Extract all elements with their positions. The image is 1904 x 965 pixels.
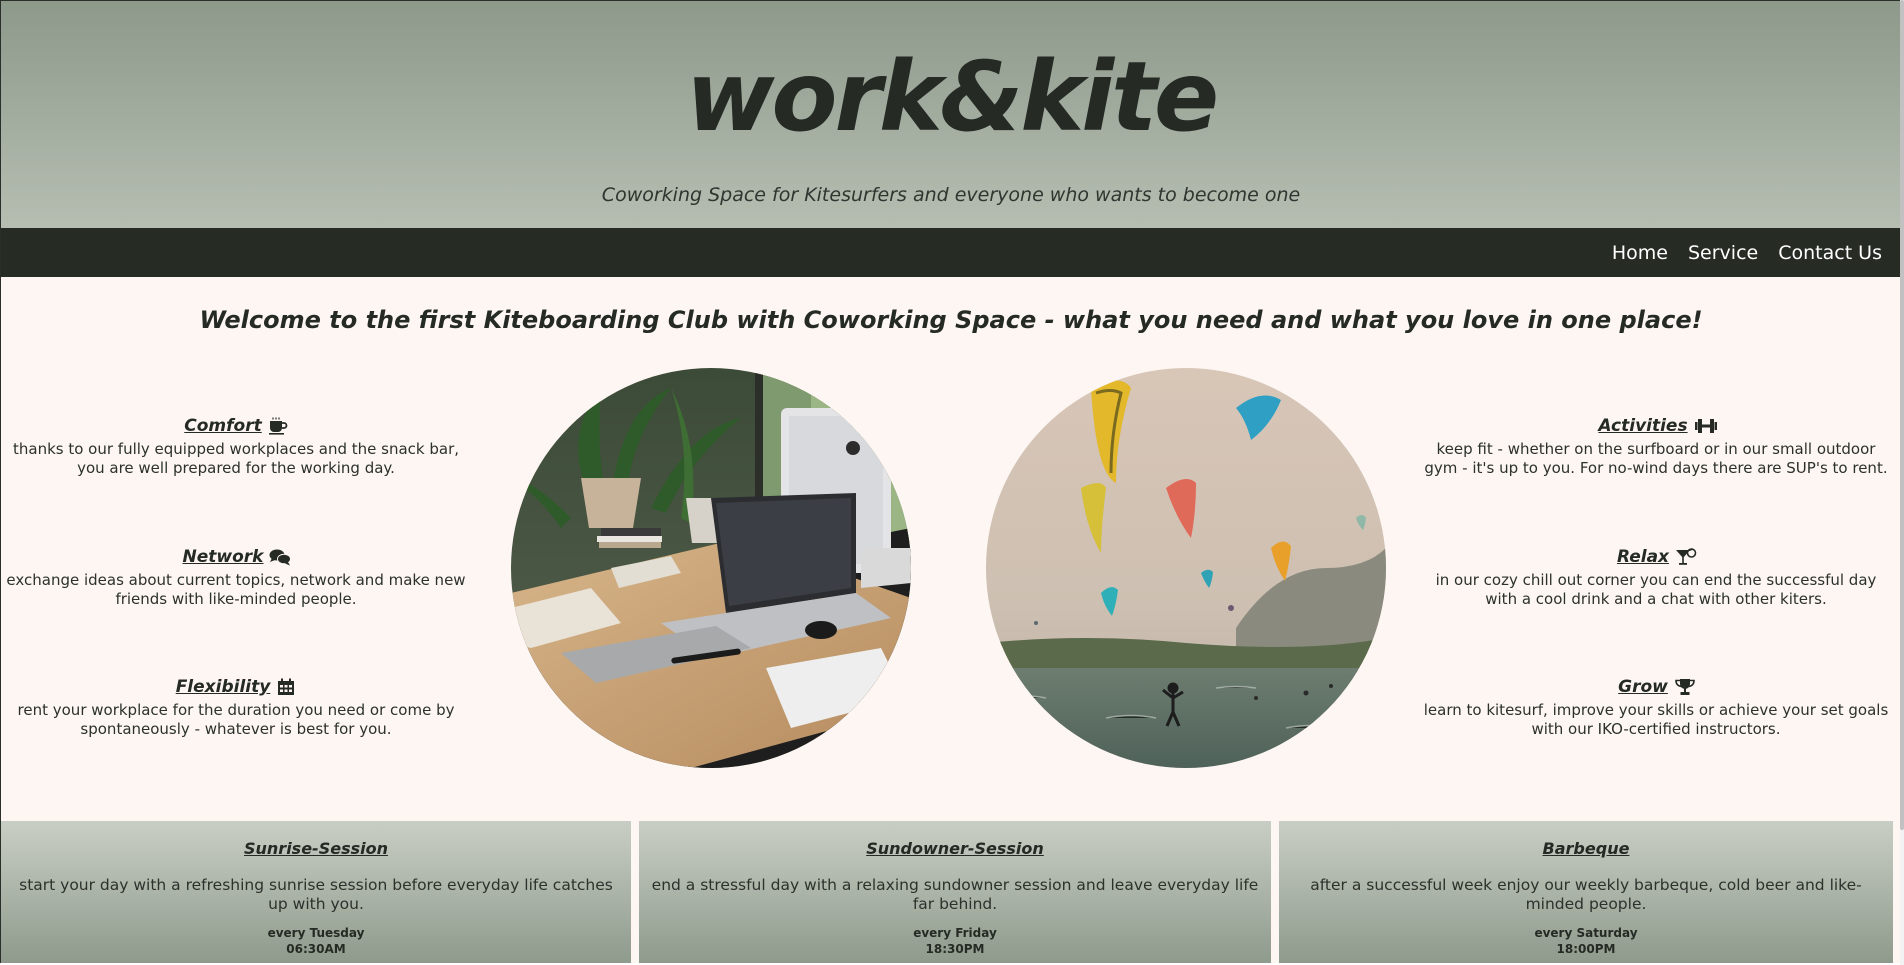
feature-text: exchange ideas about current topics, net… — [6, 571, 466, 608]
cocktail-icon — [1675, 548, 1697, 566]
event-title: Sunrise-Session — [244, 839, 388, 858]
feature-title-label: Grow — [1618, 677, 1668, 697]
feature-title-label: Comfort — [184, 416, 262, 436]
feature-title: Grow — [1618, 676, 1695, 698]
event-description: after a successful week enjoy our weekly… — [1310, 876, 1862, 913]
feature-text: rent your workplace for the duration you… — [17, 701, 455, 738]
feature-text: in our cozy chill out corner you can end… — [1435, 571, 1877, 608]
feature-text: thanks to our fully equipped workplaces … — [12, 440, 460, 477]
trophy-icon — [1674, 678, 1695, 696]
feature-text: keep fit - whether on the surfboard or i… — [1424, 440, 1888, 477]
coffee-icon — [268, 417, 288, 435]
feature-network: Network exchange ideas about current top… — [1, 546, 471, 609]
comments-icon — [269, 548, 292, 566]
main-navbar: Home Service Contact Us — [1, 228, 1900, 277]
feature-title: Network — [182, 546, 292, 568]
feature-title: Comfort — [184, 415, 288, 437]
workspace-photo — [511, 368, 911, 768]
page: work&kite Coworking Space for Kitesurfer… — [0, 0, 1900, 963]
feature-title-label: Activities — [1598, 416, 1688, 436]
event-day: every Tuesday — [267, 926, 365, 940]
event-description: end a stressful day with a relaxing sund… — [651, 876, 1259, 913]
event-day: every Saturday — [1534, 926, 1638, 940]
event-time: 18:30PM — [925, 942, 985, 956]
calendar-icon — [276, 678, 296, 696]
feature-flexibility: Flexibility rent your workplace for the … — [1, 676, 471, 739]
feature-activities: Activities keep fit - whether on the sur… — [1421, 415, 1891, 478]
event-time: 06:30AM — [286, 942, 346, 956]
event-cards: Sunrise-Session start your day with a re… — [1, 821, 1900, 963]
nav-link-service[interactable]: Service — [1688, 242, 1758, 264]
event-description: start your day with a refreshing sunrise… — [19, 876, 613, 913]
nav-links: Home Service Contact Us — [1612, 228, 1882, 277]
dumbbell-icon — [1694, 417, 1717, 435]
event-card-sunrise: Sunrise-Session start your day with a re… — [1, 821, 631, 963]
event-card-barbeque: Barbeque after a successful week enjoy o… — [1279, 821, 1893, 963]
event-title: Barbeque — [1542, 839, 1630, 858]
feature-text: learn to kitesurf, improve your skills o… — [1423, 701, 1889, 738]
event-time: 18:00PM — [1556, 942, 1616, 956]
feature-title: Relax — [1616, 546, 1697, 568]
feature-title: Activities — [1598, 415, 1717, 437]
feature-grow: Grow learn to kitesurf, improve your ski… — [1421, 676, 1891, 739]
nav-link-contact[interactable]: Contact Us — [1778, 242, 1882, 264]
feature-title-label: Relax — [1616, 547, 1670, 567]
site-tagline: Coworking Space for Kitesurfers and ever… — [601, 184, 1301, 206]
welcome-heading: Welcome to the first Kiteboarding Club w… — [199, 306, 1703, 334]
event-day: every Friday — [913, 926, 997, 940]
scrollbar-thumb[interactable] — [1900, 0, 1904, 830]
header-banner: work&kite Coworking Space for Kitesurfer… — [1, 1, 1900, 228]
event-card-sundowner: Sundowner-Session end a stressful day wi… — [639, 821, 1271, 963]
feature-comfort: Comfort thanks to our fully equipped wor… — [1, 415, 471, 478]
kitesurfing-photo — [986, 368, 1386, 768]
site-logo[interactable]: work&kite — [1, 49, 1900, 145]
feature-title: Flexibility — [176, 676, 297, 698]
feature-title-label: Network — [182, 547, 264, 567]
event-title: Sundowner-Session — [866, 839, 1044, 858]
feature-relax: Relax in our cozy chill out corner you c… — [1421, 546, 1891, 609]
feature-title-label: Flexibility — [175, 677, 271, 697]
nav-link-home[interactable]: Home — [1612, 242, 1668, 264]
